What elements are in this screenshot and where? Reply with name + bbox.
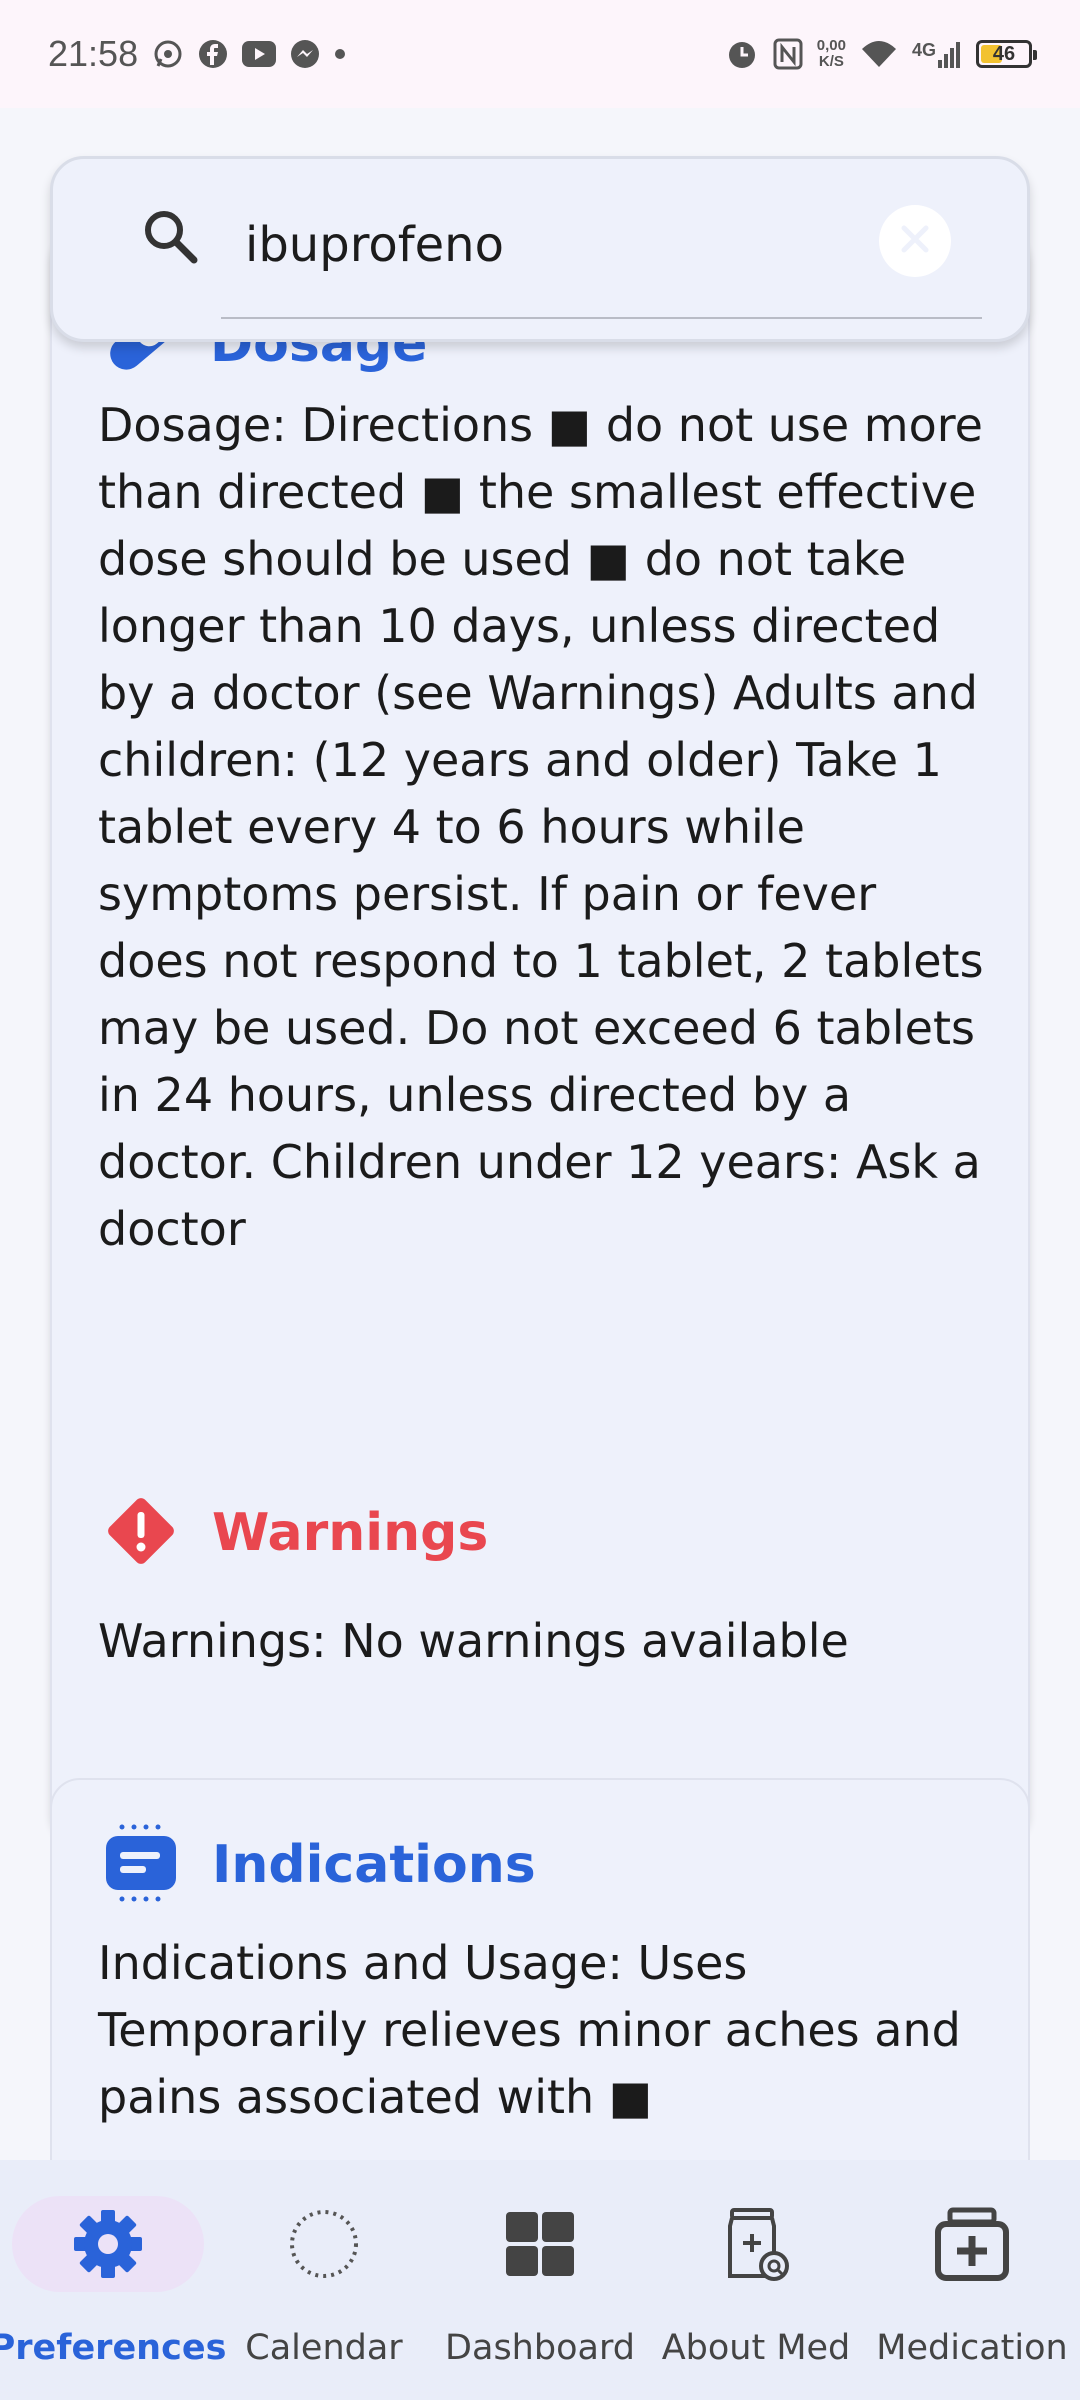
medication-info-icon: [716, 2204, 796, 2284]
notification-dot-icon: [334, 48, 346, 60]
info-card: Dosage Dosage: Directions ■ do not use m…: [50, 228, 1030, 1840]
status-bar-left: 21:58: [48, 33, 346, 75]
whatsapp-icon: [152, 38, 184, 70]
bottom-navigation: Preferences Calendar Dashboard About Med…: [0, 2160, 1080, 2400]
nav-item-medication[interactable]: Medication: [864, 2160, 1080, 2400]
search-icon: [138, 204, 204, 274]
medical-box-icon: [932, 2204, 1012, 2284]
alarm-icon: [725, 37, 759, 71]
nav-item-preferences[interactable]: Preferences: [0, 2160, 226, 2400]
clear-search-button[interactable]: [879, 205, 951, 277]
facebook-icon: [198, 39, 228, 69]
battery-level: 46: [992, 42, 1016, 65]
wifi-icon: [860, 39, 898, 69]
nav-label-about-med: About Med: [661, 2328, 851, 2368]
nav-item-dashboard[interactable]: Dashboard: [432, 2160, 648, 2400]
search-underline: [221, 317, 982, 319]
nav-label-preferences: Preferences: [0, 2328, 227, 2368]
nav-item-about-med[interactable]: About Med: [648, 2160, 864, 2400]
battery-icon: 46: [976, 40, 1037, 68]
dotted-circle-icon: [284, 2204, 364, 2284]
youtube-icon: [242, 41, 277, 67]
dosage-text: Dosage: Directions ■ do not use more tha…: [98, 398, 984, 1256]
indications-title: Indications: [212, 1835, 536, 1895]
indications-header: Indications: [100, 1822, 536, 1908]
dashboard-grid-icon: [500, 2204, 580, 2284]
messenger-icon: [290, 39, 320, 69]
nfc-icon: [773, 38, 803, 70]
search-bar: [50, 156, 1030, 342]
network-speed: 0,00 K/S: [816, 37, 846, 70]
warnings-header: Warnings: [100, 1490, 488, 1576]
nav-label-medication: Medication: [876, 2328, 1068, 2368]
warning-diamond-icon: [100, 1490, 182, 1576]
gear-icon: [68, 2204, 148, 2284]
status-bar-right: 0,00 K/S 4G 46: [725, 37, 1037, 71]
warnings-title: Warnings: [212, 1503, 489, 1563]
close-icon: [898, 222, 932, 260]
cellular-signal-icon: 4G: [912, 40, 962, 68]
warnings-text: Warnings: No warnings available: [98, 1614, 849, 1668]
indications-card: Indications Indications and Usage: Uses …: [50, 1778, 1030, 2160]
nav-label-dashboard: Dashboard: [445, 2328, 635, 2368]
nav-label-calendar: Calendar: [245, 2328, 403, 2368]
search-input[interactable]: [243, 209, 907, 281]
indications-text: Indications and Usage: Uses Temporarily …: [98, 1936, 961, 2124]
medication-detail-scroll[interactable]: Dosage Dosage: Directions ■ do not use m…: [0, 108, 1080, 2160]
status-bar: 21:58 0,00 K/S 4G 46: [0, 0, 1080, 108]
indications-list-icon: [100, 1822, 182, 1908]
clock: 21:58: [48, 33, 139, 74]
nav-item-calendar[interactable]: Calendar: [216, 2160, 432, 2400]
